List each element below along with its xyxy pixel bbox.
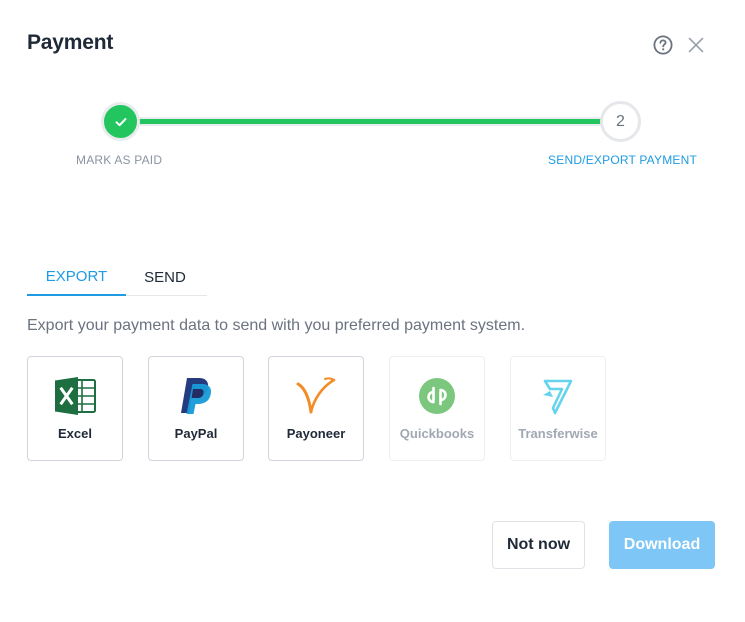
step-2-marker: 2: [600, 101, 641, 142]
help-icon[interactable]: [653, 35, 673, 55]
provider-card-quickbooks[interactable]: Quickbooks: [389, 356, 485, 461]
payoneer-icon: [269, 375, 363, 417]
tab-export[interactable]: EXPORT: [27, 259, 126, 296]
paypal-icon: [149, 375, 243, 417]
export-description: Export your payment data to send with yo…: [27, 317, 526, 334]
tab-bar: EXPORT SEND: [27, 259, 207, 296]
provider-card-excel[interactable]: Excel: [27, 356, 123, 461]
provider-name: Transferwise: [518, 426, 598, 441]
stepper-progress-fill: [120, 119, 620, 124]
provider-name: Payoneer: [286, 426, 346, 441]
download-button[interactable]: Download: [609, 521, 715, 569]
provider-card-payoneer[interactable]: Payoneer: [268, 356, 364, 461]
step-1-label: MARK AS PAID: [76, 153, 163, 167]
step-2-label: SEND/EXPORT PAYMENT: [548, 153, 697, 167]
check-icon: [115, 117, 126, 126]
provider-card-paypal[interactable]: PayPal: [148, 356, 244, 461]
transferwise-icon: [511, 375, 605, 417]
not-now-button[interactable]: Not now: [492, 521, 585, 569]
provider-card-transferwise[interactable]: Transferwise: [510, 356, 606, 461]
quickbooks-icon: [390, 375, 484, 417]
stepper-track: [120, 117, 620, 126]
provider-name: Excel: [58, 426, 92, 441]
close-icon[interactable]: [686, 35, 706, 55]
tab-send[interactable]: SEND: [126, 259, 204, 296]
provider-name: Quickbooks: [399, 426, 475, 441]
step-1-complete-marker: [101, 102, 140, 141]
provider-name: PayPal: [174, 426, 218, 441]
dialog-title: Payment: [27, 31, 114, 54]
excel-icon: [28, 375, 122, 417]
